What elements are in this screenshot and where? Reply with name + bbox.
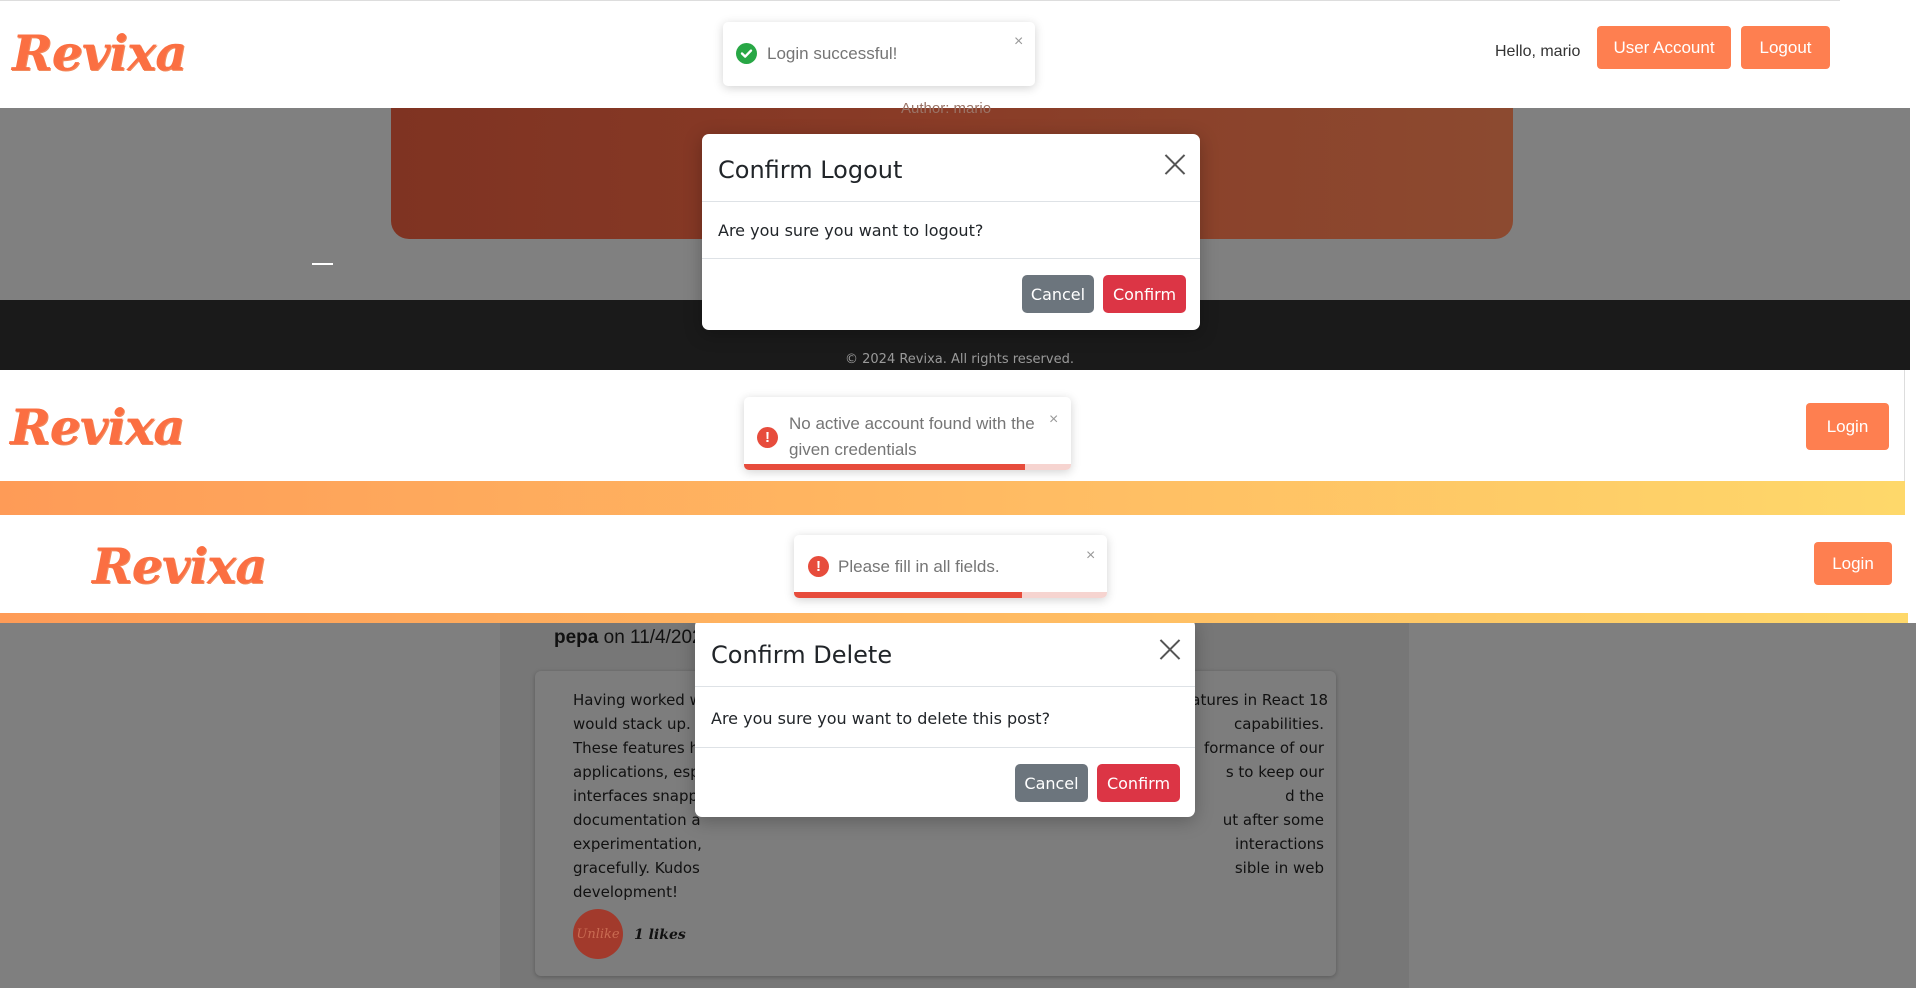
logo[interactable]: Revixa — [10, 403, 185, 452]
hero-gradient-strip — [0, 613, 1908, 623]
toast-error: ! Please fill in all fields. × — [794, 535, 1107, 598]
modal-body-text: Are you sure you want to logout? — [718, 221, 984, 240]
greeting-text: Hello, mario — [1495, 43, 1581, 60]
modal-body-text: Are you sure you want to delete this pos… — [711, 709, 1051, 728]
modal-title: Confirm Logout — [718, 156, 903, 184]
toast-error: ! No active account found with the given… — [744, 397, 1071, 470]
modal-footer: Cancel Confirm — [695, 747, 1195, 817]
logout-button[interactable]: Logout — [1741, 26, 1830, 69]
post-line: sible in web — [1234, 859, 1324, 877]
cancel-button[interactable]: Cancel — [1022, 275, 1094, 313]
dash-mark — [312, 263, 333, 265]
confirm-delete-modal: Confirm Delete Are you sure you want to … — [695, 623, 1195, 817]
close-icon[interactable] — [1164, 154, 1186, 176]
modal-header: Confirm Logout — [702, 134, 1200, 202]
toast-message: Please fill in all fields. — [838, 557, 1000, 576]
post-text-right: capabilities. formance of our s to keep … — [1204, 712, 1324, 880]
toast-message: Login successful! — [767, 44, 898, 63]
post-line: formance of our — [1204, 739, 1324, 757]
likes-count: 1 likes — [634, 927, 686, 943]
toast-close-icon[interactable]: × — [1086, 548, 1095, 564]
toast-close-icon[interactable]: × — [1014, 34, 1023, 50]
toast-close-icon[interactable]: × — [1049, 412, 1058, 428]
post-line: s to keep our — [1225, 763, 1324, 781]
panel-fill-fields: Revixa Login ! Please fill in all fields… — [0, 515, 1910, 623]
toast-message-line2: given credentials — [789, 440, 917, 459]
unlike-button[interactable]: Unlike — [573, 909, 623, 959]
panel-login-error: Revixa Login ! No active account found w… — [0, 370, 1910, 515]
post-line: capabilities. — [1233, 715, 1324, 733]
error-icon: ! — [757, 427, 778, 448]
logo[interactable]: Revixa — [92, 542, 267, 591]
error-icon: ! — [808, 556, 829, 577]
post-line: d the — [1285, 787, 1324, 805]
confirm-button[interactable]: Confirm — [1097, 764, 1180, 802]
modal-footer: Cancel Confirm — [702, 258, 1200, 330]
comment-author: pepa — [554, 627, 599, 648]
toast-progress-bar — [794, 592, 1023, 598]
user-account-button[interactable]: User Account — [1597, 26, 1731, 69]
post-line: development! — [573, 883, 678, 901]
panel-delete-post: pepa on 11/4/2024, 4:36:49 PM Having wor… — [0, 623, 1916, 988]
cancel-button[interactable]: Cancel — [1015, 764, 1088, 802]
toast-progress-bar — [744, 464, 1026, 470]
footer-copyright: © 2024 Revixa. All rights reserved. — [845, 352, 1074, 367]
post-line: interactions — [1235, 835, 1324, 853]
card-author: Author: mario — [901, 100, 992, 117]
close-icon[interactable] — [1159, 639, 1181, 661]
modal-title: Confirm Delete — [711, 641, 893, 669]
confirm-logout-modal: Confirm Logout Are you sure you want to … — [702, 134, 1200, 330]
toast-message-line1: No active account found with the — [789, 414, 1035, 433]
login-button[interactable]: Login — [1806, 403, 1889, 450]
post-line: ut after some — [1222, 811, 1324, 829]
login-button[interactable]: Login — [1814, 542, 1892, 585]
panel-logout: Revixa Hello, mario User Account Logout … — [0, 0, 1910, 370]
toast-success: Login successful! × — [723, 22, 1035, 86]
check-icon — [736, 43, 757, 64]
confirm-button[interactable]: Confirm — [1103, 275, 1186, 313]
logo[interactable]: Revixa — [12, 29, 187, 78]
unlike-label: Unlike — [576, 926, 620, 942]
hero-gradient-strip — [0, 481, 1905, 515]
modal-header: Confirm Delete — [695, 623, 1195, 687]
